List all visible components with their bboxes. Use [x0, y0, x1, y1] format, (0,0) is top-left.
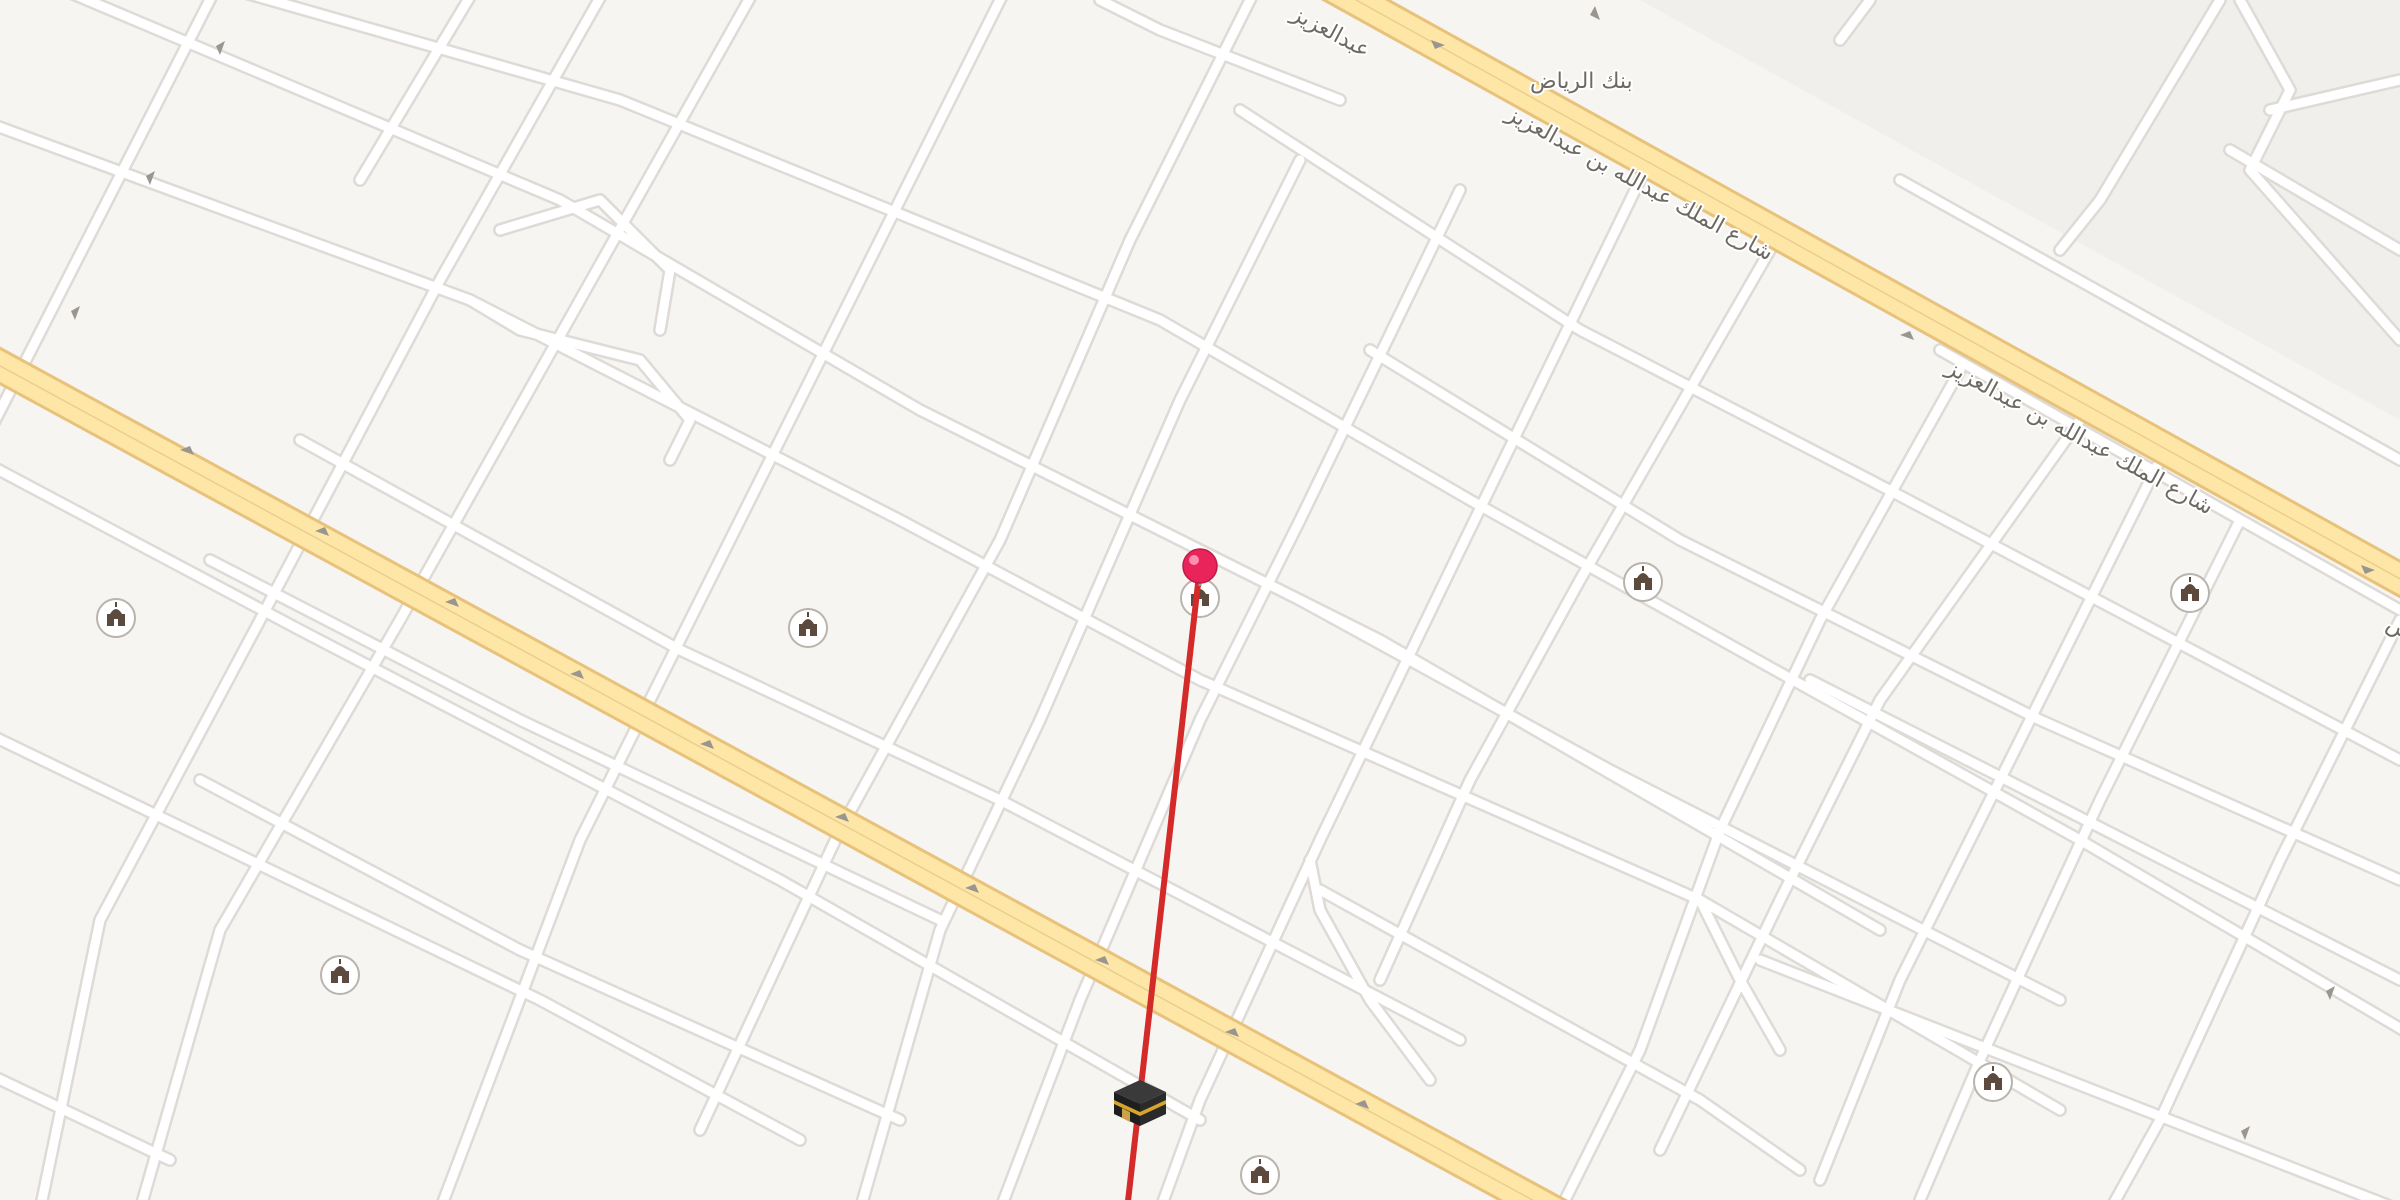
mosque-icon[interactable] — [1240, 1155, 1280, 1195]
mosque-icon[interactable] — [2170, 573, 2210, 613]
mosque-icon[interactable] — [96, 598, 136, 638]
bank-label: بنك الرياض — [1530, 69, 1633, 94]
mosque-icon[interactable] — [1623, 562, 1663, 602]
mosque-icon[interactable] — [1973, 1062, 2013, 1102]
mosque-icon[interactable] — [320, 955, 360, 995]
map-canvas[interactable]: عبدالعزيز بنك الرياض شارع الملك عبدالله … — [0, 0, 2400, 1200]
mosque-icon[interactable] — [788, 608, 828, 648]
